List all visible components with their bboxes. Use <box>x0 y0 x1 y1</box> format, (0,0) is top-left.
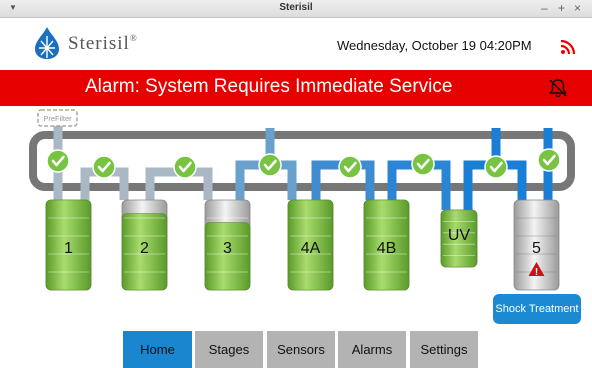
tab-alarms[interactable]: Alarms <box>338 331 406 368</box>
tab-sensors[interactable]: Sensors <box>267 331 335 368</box>
window-title: Sterisil <box>279 2 313 13</box>
window-titlebar: ▼ Sterisil – + × <box>0 0 592 18</box>
bell-muted-icon[interactable] <box>548 78 568 98</box>
check-ok-icon <box>173 155 197 179</box>
check-ok-icon <box>46 149 70 173</box>
stage-label: 5 <box>532 240 541 257</box>
tab-home[interactable]: Home <box>123 331 192 368</box>
check-ok-icon <box>411 152 435 176</box>
alarm-banner: Alarm: System Requires Immediate Service <box>0 70 592 106</box>
check-ok-icon <box>92 155 116 179</box>
rss-icon[interactable] <box>560 39 576 55</box>
stage-tank-5[interactable]: 5! <box>513 199 560 291</box>
check-ok-icon <box>484 155 508 179</box>
system-diagram: PreFilter 1 2 3 4A 4B UV 5! <box>29 109 575 291</box>
maximize-button[interactable]: + <box>558 1 565 15</box>
svg-text:!: ! <box>535 267 538 278</box>
check-ok-icon <box>338 155 362 179</box>
brand-name: Sterisil® <box>68 33 138 54</box>
stage-label: 4B <box>377 240 397 257</box>
close-button[interactable]: × <box>574 1 581 15</box>
app-header: Sterisil® Wednesday, October 19 04:20PM <box>0 18 592 70</box>
check-ok-icon <box>258 153 282 177</box>
shock-treatment-button[interactable]: Shock Treatment <box>493 294 581 324</box>
tab-settings[interactable]: Settings <box>410 331 478 368</box>
sterisil-logo-icon <box>35 27 59 59</box>
prefilter-label: PreFilter <box>43 114 72 123</box>
tab-stages[interactable]: Stages <box>195 331 263 368</box>
stage-label: 1 <box>64 240 73 257</box>
minimize-button[interactable]: – <box>541 1 548 15</box>
stage-tank-2[interactable]: 2 <box>121 199 168 291</box>
check-ok-icon <box>537 148 561 172</box>
prefilter[interactable]: PreFilter <box>37 109 78 127</box>
stage-tank-uv[interactable]: UV <box>440 209 478 268</box>
stage-label: UV <box>448 227 471 244</box>
stage-label: 3 <box>223 240 232 257</box>
stage-tank-1[interactable]: 1 <box>45 199 92 291</box>
stage-tank-4a[interactable]: 4A <box>287 199 334 291</box>
stage-tank-4b[interactable]: 4B <box>363 199 410 291</box>
datetime-display: Wednesday, October 19 04:20PM <box>337 38 532 53</box>
stage-tank-3[interactable]: 3 <box>204 199 251 291</box>
stage-label: 2 <box>140 240 149 257</box>
alarm-message: Alarm: System Requires Immediate Service <box>85 76 453 97</box>
stage-label: 4A <box>301 240 321 257</box>
